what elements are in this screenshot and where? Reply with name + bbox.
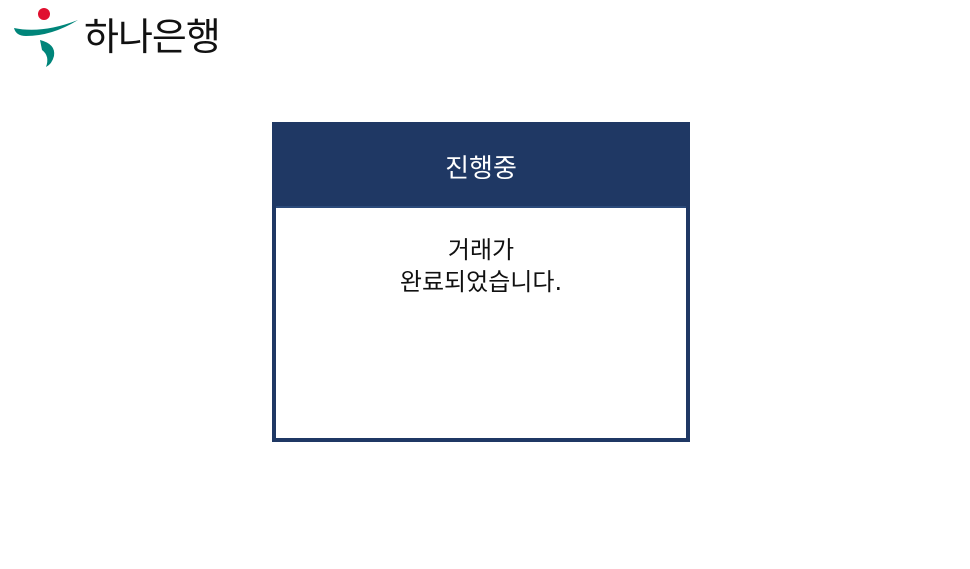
dialog-message-line1: 거래가 bbox=[447, 236, 515, 264]
progress-dialog: 진행중 거래가 완료되었습니다. bbox=[272, 122, 690, 442]
dialog-header: 진행중 bbox=[276, 126, 686, 208]
dialog-body: 거래가 완료되었습니다. bbox=[276, 208, 686, 298]
dialog-message-line2: 완료되었습니다. bbox=[399, 268, 563, 296]
bank-name: 하나은행 bbox=[84, 15, 221, 59]
dialog-title: 진행중 bbox=[445, 153, 517, 184]
hana-logo-icon bbox=[14, 8, 78, 67]
hana-bank-logo: 하나은행 bbox=[12, 6, 221, 68]
